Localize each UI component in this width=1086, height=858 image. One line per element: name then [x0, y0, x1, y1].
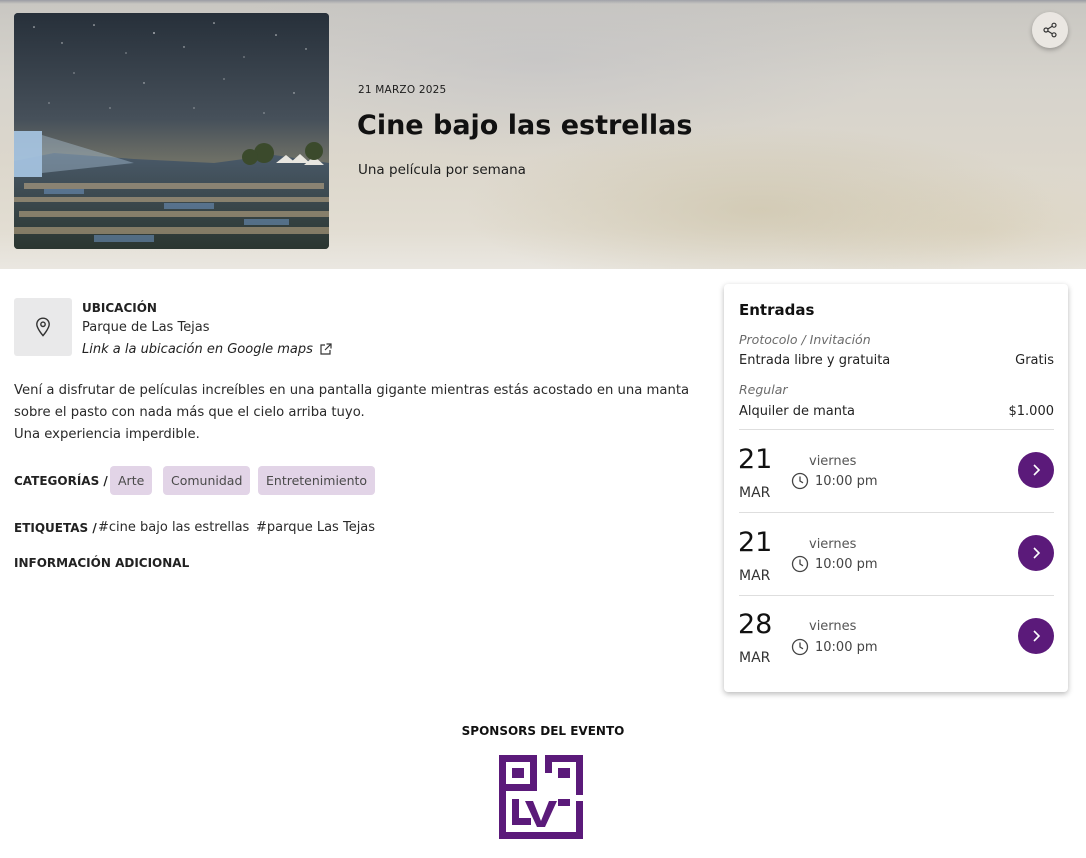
tickets-title: Entradas	[739, 301, 815, 319]
google-maps-link-label: Link a la ubicación en Google maps	[82, 342, 313, 357]
ticket-name: Entrada libre y gratuita	[739, 353, 891, 368]
date-month: MAR	[739, 650, 771, 666]
date-time: 10:00 pm	[791, 555, 878, 573]
select-date-button[interactable]	[1018, 618, 1054, 654]
ticket-category: Protocolo / Invitación	[739, 332, 871, 347]
description-paragraph: Una experiencia imperdible.	[14, 427, 200, 442]
share-button[interactable]	[1032, 12, 1068, 48]
location-name: Parque de Las Tejas	[82, 320, 210, 335]
sponsors-heading: SPONSORS DEL EVENTO	[461, 724, 625, 738]
sponsor-logo[interactable]	[499, 755, 583, 839]
divider	[739, 429, 1054, 430]
ticket-price: Gratis	[1015, 353, 1054, 368]
date-month: MAR	[739, 568, 771, 584]
date-day: 21	[738, 444, 773, 475]
date-month: MAR	[739, 485, 771, 501]
ticket-name: Alquiler de manta	[739, 404, 856, 419]
event-date: 21 MARZO 2025	[358, 84, 447, 96]
category-chip[interactable]: Arte	[110, 466, 153, 495]
date-weekday: viernes	[809, 619, 857, 634]
chevron-right-icon	[1033, 547, 1041, 559]
external-link-icon	[320, 343, 332, 355]
event-title: Cine bajo las estrellas	[357, 110, 693, 141]
event-hero: 21 MARZO 2025 Cine bajo las estrellas Un…	[0, 0, 1086, 269]
event-subtitle: Una película por semana	[358, 162, 526, 178]
tickets-card: Entradas Protocolo / Invitación Entrada …	[724, 284, 1068, 692]
date-weekday: viernes	[809, 537, 857, 552]
categories-label: CATEGORÍAS /	[14, 474, 108, 488]
date-time: 10:00 pm	[791, 472, 878, 490]
tags-label: ETIQUETAS /	[14, 521, 97, 535]
additional-info-heading: INFORMACIÓN ADICIONAL	[14, 556, 190, 570]
tag-link[interactable]: #cine bajo las estrellas	[98, 520, 249, 535]
clock-icon	[791, 472, 809, 490]
divider	[739, 595, 1054, 596]
share-icon	[1043, 22, 1057, 38]
location-heading: UBICACIÓN	[82, 301, 157, 315]
tag-link[interactable]: #parque Las Tejas	[256, 520, 375, 535]
date-time-label: 10:00 pm	[815, 639, 878, 655]
clock-icon	[791, 638, 809, 656]
date-time-label: 10:00 pm	[815, 473, 878, 489]
date-day: 28	[738, 609, 773, 640]
chevron-right-icon	[1033, 630, 1041, 642]
ticket-category: Regular	[739, 382, 788, 397]
clock-icon	[791, 555, 809, 573]
google-maps-link[interactable]: Link a la ubicación en Google maps	[82, 342, 332, 357]
select-date-button[interactable]	[1018, 452, 1054, 488]
event-description: Vení a disfrutar de películas increíbles…	[14, 380, 714, 446]
divider	[739, 512, 1054, 513]
category-chip[interactable]: Entretenimiento	[258, 466, 376, 495]
map-pin-icon	[36, 317, 50, 337]
event-photo-illustration	[14, 13, 329, 249]
ticket-price: $1.000	[1008, 404, 1055, 419]
category-chip[interactable]: Comunidad	[163, 466, 251, 495]
date-weekday: viernes	[809, 454, 857, 469]
date-time: 10:00 pm	[791, 638, 878, 656]
date-time-label: 10:00 pm	[815, 556, 878, 572]
chevron-right-icon	[1033, 464, 1041, 476]
description-paragraph: Vení a disfrutar de películas increíbles…	[14, 383, 690, 420]
date-day: 21	[738, 527, 773, 558]
event-photo	[14, 13, 329, 249]
location-icon-box	[14, 298, 72, 356]
select-date-button[interactable]	[1018, 535, 1054, 571]
